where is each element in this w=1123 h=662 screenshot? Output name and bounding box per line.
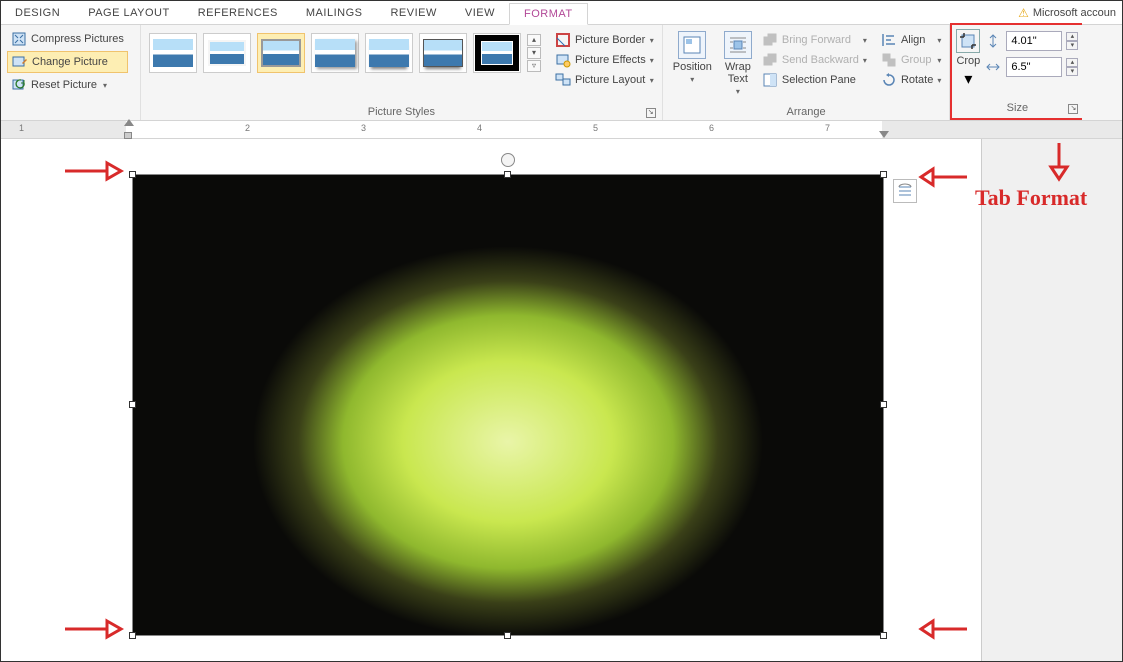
selection-pane-icon xyxy=(762,72,778,88)
group-size: Crop ▾ ▴▾ ▴▾ Size↘ xyxy=(950,23,1082,120)
dropdown-icon: ▾ xyxy=(103,81,107,90)
gallery-scroll: ▴ ▾ ▿ xyxy=(527,34,541,72)
picture-layout-icon xyxy=(555,72,571,88)
width-icon xyxy=(984,58,1002,76)
indent-bottom-marker[interactable] xyxy=(124,132,132,139)
resize-handle-mr[interactable] xyxy=(880,401,887,408)
resize-handle-ml[interactable] xyxy=(129,401,136,408)
tab-review[interactable]: REVIEW xyxy=(376,3,450,23)
group-label-picture-styles: Picture Styles xyxy=(368,106,435,118)
bring-forward-button[interactable]: Bring Forward▾ xyxy=(760,31,869,49)
resize-handle-bm[interactable] xyxy=(504,632,511,639)
tab-references[interactable]: REFERENCES xyxy=(184,3,292,23)
wrap-text-button[interactable]: Wrap Text ▾ xyxy=(720,29,756,98)
position-icon xyxy=(678,31,706,59)
rotate-icon xyxy=(881,72,897,88)
style-thumb-7[interactable] xyxy=(473,33,521,73)
align-icon xyxy=(881,32,897,48)
warning-icon: ⚠ xyxy=(1018,6,1029,20)
indent-right-marker[interactable] xyxy=(879,131,889,138)
picture-content xyxy=(133,175,883,635)
resize-handle-tl[interactable] xyxy=(129,171,136,178)
picture-layout-button[interactable]: Picture Layout ▾ xyxy=(553,71,656,89)
style-thumb-2[interactable] xyxy=(203,33,251,73)
resize-handle-bl[interactable] xyxy=(129,632,136,639)
annotation-label: Tab Format xyxy=(975,185,1087,211)
style-thumb-3[interactable] xyxy=(257,33,305,73)
dropdown-icon: ▾ xyxy=(736,87,740,96)
style-thumb-1[interactable] xyxy=(149,33,197,73)
send-backward-button[interactable]: Send Backward▾ xyxy=(760,51,869,69)
tab-page-layout[interactable]: PAGE LAYOUT xyxy=(74,3,184,23)
picture-effects-icon xyxy=(555,52,571,68)
width-up[interactable]: ▴ xyxy=(1066,58,1078,67)
rotate-handle[interactable] xyxy=(501,153,515,167)
tab-view[interactable]: VIEW xyxy=(451,3,509,23)
width-down[interactable]: ▾ xyxy=(1066,67,1078,76)
picture-styles-launcher[interactable]: ↘ xyxy=(646,108,656,118)
selected-picture[interactable] xyxy=(132,174,884,636)
dropdown-icon: ▾ xyxy=(690,75,694,84)
dropdown-icon: ▾ xyxy=(964,69,972,89)
group-icon xyxy=(881,52,897,68)
align-button[interactable]: Align▾ xyxy=(879,31,943,49)
height-input[interactable] xyxy=(1006,31,1062,51)
picture-border-icon xyxy=(555,32,571,48)
ribbon-tabs: DESIGN PAGE LAYOUT REFERENCES MAILINGS R… xyxy=(1,1,1122,25)
reset-picture-button[interactable]: Reset Picture ▾ xyxy=(7,75,128,95)
tab-mailings[interactable]: MAILINGS xyxy=(292,3,377,23)
height-down[interactable]: ▾ xyxy=(1066,41,1078,50)
resize-handle-tm[interactable] xyxy=(504,171,511,178)
gallery-down-button[interactable]: ▾ xyxy=(527,47,541,59)
rotate-button[interactable]: Rotate▾ xyxy=(879,71,943,89)
change-picture-icon xyxy=(12,54,28,70)
group-picture-styles: ▴ ▾ ▿ Picture Border ▾ Picture Effects ▾ xyxy=(141,25,663,120)
resize-handle-br[interactable] xyxy=(880,632,887,639)
account-indicator[interactable]: ⚠ Microsoft accoun xyxy=(1018,6,1122,20)
group-adjust: Compress Pictures Change Picture Reset P… xyxy=(1,25,141,120)
size-launcher[interactable]: ↘ xyxy=(1068,104,1078,114)
style-thumb-5[interactable] xyxy=(365,33,413,73)
crop-button[interactable]: Crop ▾ xyxy=(956,29,980,89)
send-backward-icon xyxy=(762,52,778,68)
compress-icon xyxy=(11,31,27,47)
bring-forward-icon xyxy=(762,32,778,48)
style-thumb-6[interactable] xyxy=(419,33,467,73)
document-area: Tab Format xyxy=(1,139,1122,661)
width-field-row: ▴▾ xyxy=(984,57,1078,77)
picture-effects-button[interactable]: Picture Effects ▾ xyxy=(553,51,656,69)
width-input[interactable] xyxy=(1006,57,1062,77)
account-label: Microsoft accoun xyxy=(1033,7,1116,19)
picture-border-button[interactable]: Picture Border ▾ xyxy=(553,31,656,49)
wrap-text-icon xyxy=(724,31,752,59)
group-arrange: Position ▾ Wrap Text ▾ Bring Forward▾ Se… xyxy=(663,25,951,120)
group-label-size: Size xyxy=(1007,102,1028,114)
tab-design[interactable]: DESIGN xyxy=(1,3,74,23)
reset-picture-icon xyxy=(11,77,27,93)
layout-options-button[interactable] xyxy=(893,179,917,203)
crop-icon xyxy=(956,29,980,53)
dropdown-icon: ▾ xyxy=(650,56,654,65)
resize-handle-tr[interactable] xyxy=(880,171,887,178)
height-field-row: ▴▾ xyxy=(984,31,1078,51)
horizontal-ruler[interactable]: 1 2 3 4 5 6 7 xyxy=(1,121,1122,139)
change-picture-button[interactable]: Change Picture xyxy=(7,51,128,73)
picture-styles-gallery: ▴ ▾ ▿ xyxy=(147,29,543,77)
dropdown-icon: ▾ xyxy=(650,36,654,45)
tab-format[interactable]: FORMAT xyxy=(509,3,588,25)
position-button[interactable]: Position ▾ xyxy=(669,29,716,86)
group-label-arrange: Arrange xyxy=(786,106,825,118)
dropdown-icon: ▾ xyxy=(650,76,654,85)
selection-pane-button[interactable]: Selection Pane xyxy=(760,71,869,89)
ribbon: Compress Pictures Change Picture Reset P… xyxy=(1,25,1122,121)
compress-pictures-button[interactable]: Compress Pictures xyxy=(7,29,128,49)
indent-top-marker[interactable] xyxy=(124,119,134,126)
style-thumb-4[interactable] xyxy=(311,33,359,73)
height-up[interactable]: ▴ xyxy=(1066,32,1078,41)
gallery-up-button[interactable]: ▴ xyxy=(527,34,541,46)
height-icon xyxy=(984,32,1002,50)
gallery-more-button[interactable]: ▿ xyxy=(527,60,541,72)
group-button[interactable]: Group▾ xyxy=(879,51,943,69)
